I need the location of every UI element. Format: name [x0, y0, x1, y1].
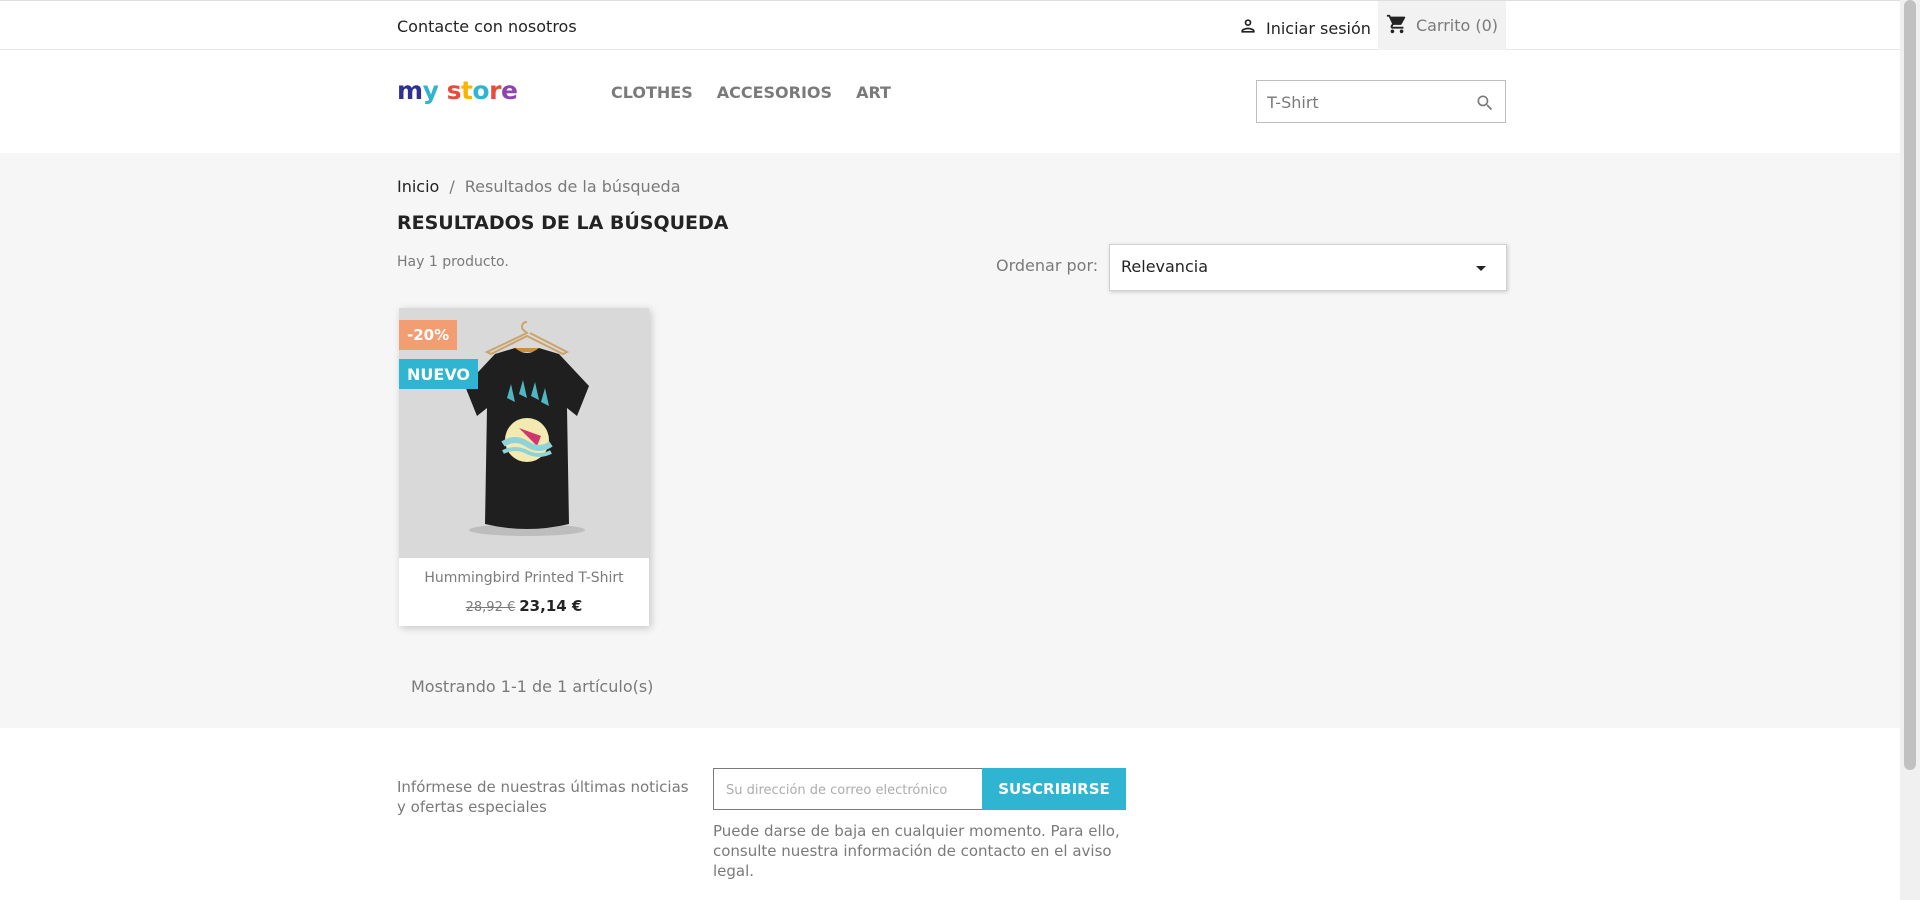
product-card[interactable]: -20% NUEVO Hummingbird Printed T-Shirt 2… — [399, 308, 649, 626]
cart-icon — [1386, 13, 1408, 39]
sort-select[interactable]: Relevancia — [1109, 244, 1507, 291]
page-title: RESULTADOS DE LA BÚSQUEDA — [397, 212, 729, 234]
discount-badge: -20% — [399, 320, 458, 350]
top-bar: Contacte con nosotros Iniciar sesión Car… — [0, 0, 1900, 50]
nav-item-art[interactable]: ART — [856, 83, 891, 102]
cart-label: Carrito (0) — [1415, 16, 1499, 35]
search-results-section: Inicio / Resultados de la búsqueda RESULTA… — [0, 153, 1900, 728]
signin-link[interactable]: Iniciar sesión — [1238, 16, 1371, 40]
breadcrumb-separator: / — [449, 177, 455, 196]
cart-link[interactable]: Carrito (0) — [1378, 1, 1506, 50]
new-badge: NUEVO — [399, 359, 479, 389]
newsletter-section: Infórmese de nuestras últimas noticias y… — [0, 728, 1900, 900]
search-box — [1256, 80, 1506, 123]
current-price: 23,14 € — [519, 597, 583, 615]
scrollbar-thumb[interactable] — [1904, 0, 1916, 770]
email-field-wrapper — [713, 768, 983, 810]
breadcrumb-current: Resultados de la búsqueda — [464, 177, 681, 196]
product-count: Hay 1 producto. — [397, 254, 509, 270]
site-header: my store CLOTHES ACCESORIOS ART — [0, 50, 1900, 153]
sort-value: Relevancia — [1121, 257, 1208, 276]
search-input[interactable] — [1267, 90, 1467, 114]
product-image[interactable]: -20% NUEVO — [399, 308, 649, 558]
person-icon — [1238, 16, 1258, 40]
breadcrumb: Inicio / Resultados de la búsqueda — [397, 177, 681, 196]
caret-down-icon — [1476, 266, 1486, 271]
signin-label: Iniciar sesión — [1266, 18, 1371, 38]
nav-item-clothes[interactable]: CLOTHES — [611, 83, 693, 102]
product-prices: 28,92 €23,14 € — [399, 596, 649, 615]
email-field[interactable] — [726, 779, 966, 801]
page-scrollbar[interactable] — [1900, 0, 1920, 900]
nav-item-accesorios[interactable]: ACCESORIOS — [717, 83, 832, 102]
breadcrumb-home[interactable]: Inicio — [397, 177, 439, 196]
subscribe-button[interactable]: SUSCRIBIRSE — [982, 768, 1126, 810]
search-icon[interactable] — [1475, 93, 1495, 117]
pagination-summary: Mostrando 1-1 de 1 artículo(s) — [411, 677, 654, 696]
old-price: 28,92 € — [465, 600, 516, 615]
newsletter-text: Infórmese de nuestras últimas noticias y… — [397, 778, 689, 816]
product-name[interactable]: Hummingbird Printed T-Shirt — [399, 570, 649, 586]
sort-label: Ordenar por: — [996, 256, 1099, 275]
contact-link[interactable]: Contacte con nosotros — [397, 17, 577, 36]
store-logo[interactable]: my store — [397, 76, 518, 105]
legal-note: Puede darse de baja en cualquier momento… — [713, 822, 1120, 880]
main-nav: CLOTHES ACCESORIOS ART — [611, 83, 891, 102]
